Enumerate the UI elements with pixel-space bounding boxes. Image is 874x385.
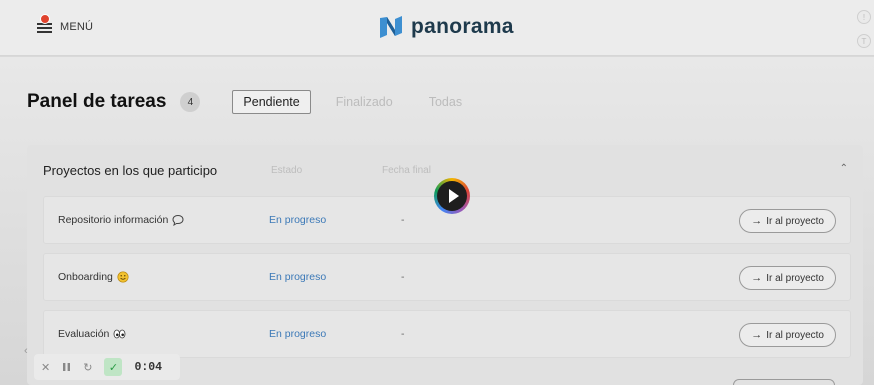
close-icon[interactable]: ✕ — [41, 361, 50, 374]
task-row: Evaluación En progreso - → Ir al proyect… — [43, 310, 851, 358]
task-row: Onboarding En progreso - → Ir al proyect… — [43, 253, 851, 301]
alert-badge[interactable]: ! — [857, 10, 871, 24]
go-to-project-button[interactable]: → Ir al proyecto — [739, 323, 836, 347]
hamburger-icon — [37, 13, 53, 33]
arrow-right-icon: → — [751, 215, 763, 227]
tab-todas[interactable]: Todas — [429, 95, 462, 109]
arrow-right-icon: → — [751, 329, 763, 341]
go-to-project-button-partial[interactable] — [733, 379, 835, 385]
side-badges: ! T — [857, 10, 871, 48]
main-content: Panel de tareas 4 Pendiente Finalizado T… — [0, 57, 874, 385]
task-date: - — [401, 271, 405, 283]
task-name-cell: Onboarding — [58, 271, 129, 283]
go-to-project-label: Ir al proyecto — [766, 215, 824, 227]
task-status: En progreso — [269, 214, 327, 226]
column-fecha-final: Fecha final — [382, 165, 431, 176]
logo-text: panorama — [411, 15, 514, 38]
section-title: Proyectos en los que participo — [43, 163, 218, 178]
menu-button[interactable]: MENÚ — [37, 13, 94, 33]
smiley-icon — [117, 271, 129, 283]
app-logo[interactable]: panorama — [378, 14, 514, 40]
task-count-badge: 4 — [180, 92, 201, 112]
user-badge[interactable]: T — [857, 34, 871, 48]
task-name: Repositorio información — [58, 214, 169, 226]
recording-time: 0:04 — [134, 360, 163, 374]
tab-pendiente[interactable]: Pendiente — [232, 90, 311, 114]
task-status: En progreso — [269, 328, 327, 340]
eyes-icon — [113, 329, 126, 339]
chevron-up-icon[interactable]: ⌃ — [840, 163, 848, 174]
task-status: En progreso — [269, 271, 327, 283]
chevron-left-icon[interactable]: ‹ — [24, 345, 28, 357]
tab-finalizado[interactable]: Finalizado — [336, 95, 393, 109]
task-name-cell: Repositorio información — [58, 214, 184, 226]
go-to-project-button[interactable]: → Ir al proyecto — [739, 266, 836, 290]
play-icon — [448, 189, 459, 203]
page-title: Panel de tareas — [27, 91, 167, 112]
go-to-project-label: Ir al proyecto — [766, 272, 824, 284]
task-name: Onboarding — [58, 271, 113, 283]
task-date: - — [401, 328, 405, 340]
menu-label: MENÚ — [60, 21, 94, 33]
play-icon-wrap — [437, 181, 467, 211]
play-button[interactable] — [434, 178, 470, 214]
restart-icon[interactable]: ↻ — [83, 361, 92, 374]
video-controls: ✕ ↻ ✓ 0:04 — [34, 354, 180, 380]
speech-bubble-icon — [172, 214, 184, 226]
check-icon[interactable]: ✓ — [104, 358, 123, 376]
panel-header: Panel de tareas 4 Pendiente Finalizado T… — [27, 90, 462, 114]
top-bar: MENÚ panorama ! T — [0, 0, 874, 56]
panorama-logo-icon — [380, 16, 402, 38]
task-name-cell: Evaluación — [58, 328, 126, 340]
task-date: - — [401, 214, 405, 226]
go-to-project-button[interactable]: → Ir al proyecto — [739, 209, 836, 233]
notification-dot — [40, 13, 50, 24]
pause-icon[interactable] — [62, 362, 71, 372]
go-to-project-label: Ir al proyecto — [766, 329, 824, 341]
column-estado: Estado — [271, 165, 303, 176]
task-name: Evaluación — [58, 328, 110, 340]
arrow-right-icon: → — [751, 272, 763, 284]
